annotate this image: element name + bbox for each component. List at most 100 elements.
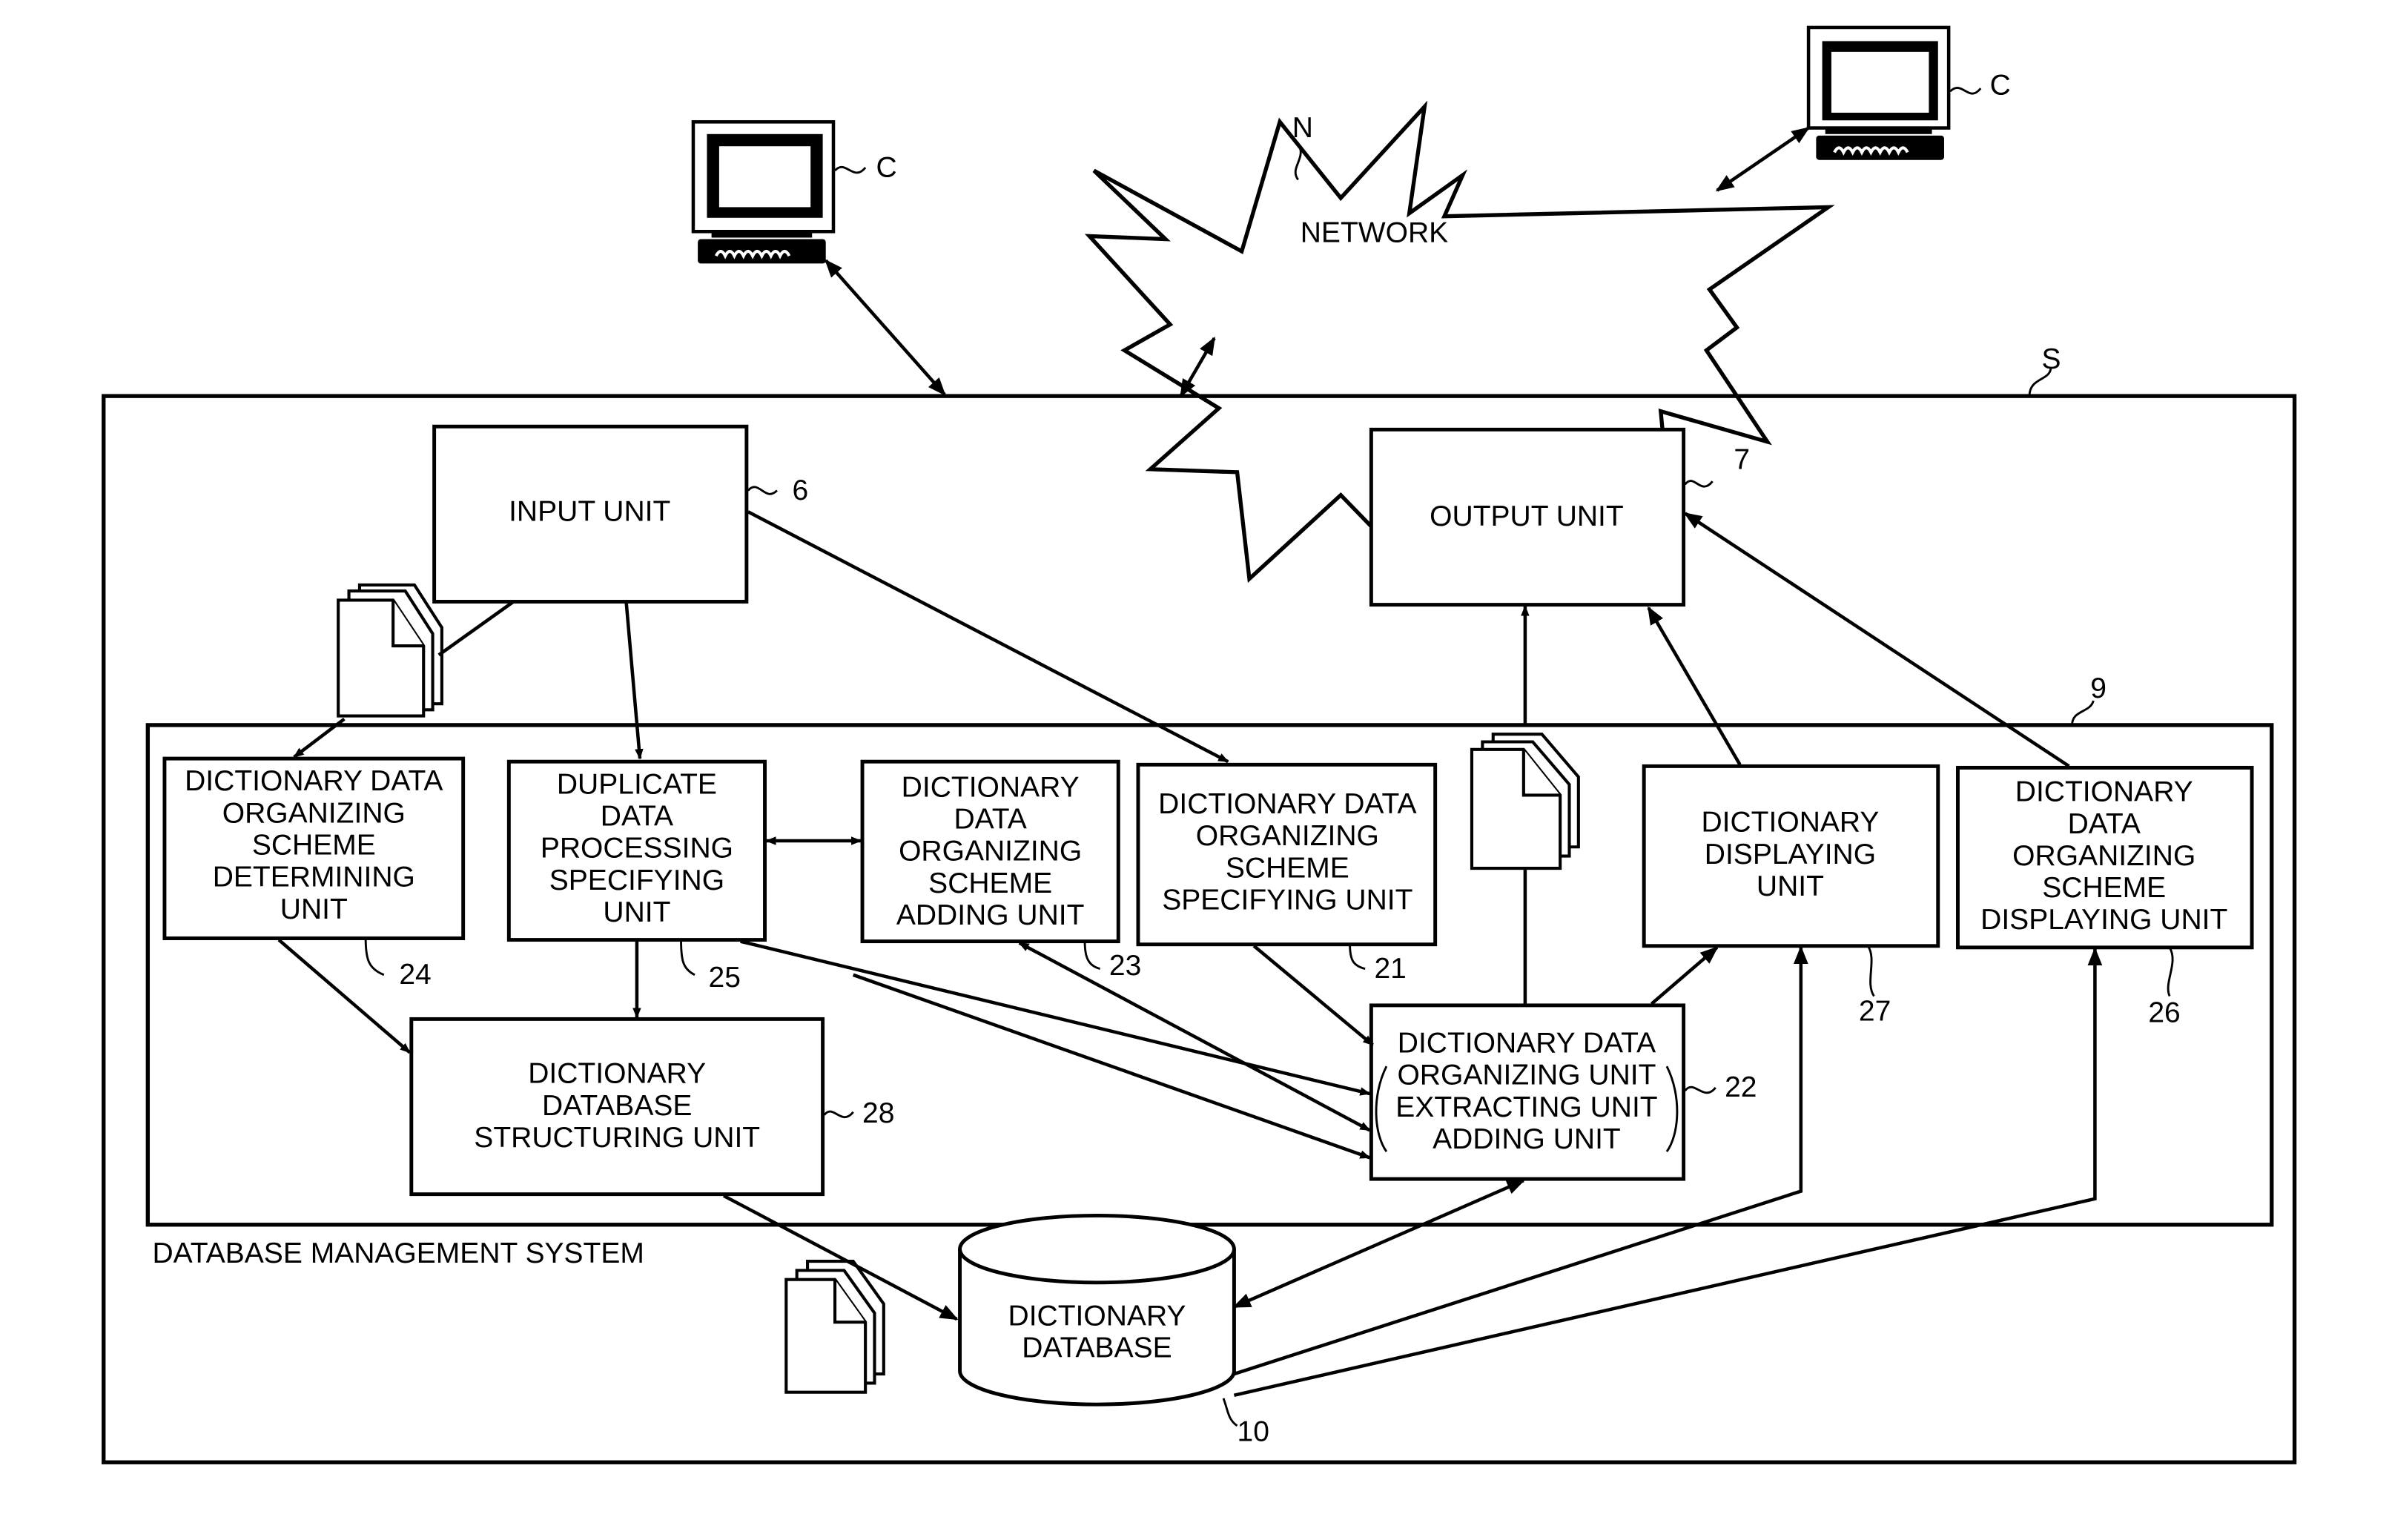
unit-label-line: STRUCTURING UNIT xyxy=(474,1122,760,1154)
client-terminal-left[interactable]: C xyxy=(691,120,897,264)
scheme-specifying-unit-ref: 21 xyxy=(1374,953,1406,985)
connector-scheme-displaying-to-output xyxy=(1683,512,2070,768)
unit-label-line: DICTIONARY DATA xyxy=(1158,788,1416,820)
document-stack-icon xyxy=(337,583,443,718)
ref-leader-22 xyxy=(1684,1085,1716,1094)
ref-leader-23 xyxy=(1083,941,1101,970)
unit-label-line: DISPLAYING UNIT xyxy=(1980,904,2227,936)
connector-terminal-left-to-server xyxy=(825,259,946,396)
organizing-unit[interactable]: DICTIONARY DATA ORGANIZING UNIT EXTRACTI… xyxy=(1369,1003,1686,1181)
scheme-displaying-unit-ref: 26 xyxy=(2148,997,2180,1029)
unit-label-line: DATA xyxy=(954,804,1027,836)
unit-label-line: ADDING UNIT xyxy=(1433,1123,1621,1155)
document-stack-icon xyxy=(784,1259,885,1394)
unit-label-line: DATABASE xyxy=(542,1090,692,1122)
ref-leader-10 xyxy=(1222,1398,1238,1427)
scheme-adding-unit-ref: 23 xyxy=(1109,950,1141,982)
patent-block-diagram: NETWORK N C C S INPUT UNIT 6 OUTPUT UNIT… xyxy=(102,25,2297,1464)
ref-leader-26 xyxy=(2167,947,2174,997)
input-unit-ref: 6 xyxy=(793,475,809,506)
connector-duplicate-processing-to-organizing-lower xyxy=(852,973,1371,1160)
unit-label-line: SCHEME xyxy=(928,868,1052,899)
database-label-line: DATABASE xyxy=(1022,1332,1172,1364)
scheme-determining-unit-ref: 24 xyxy=(399,959,431,991)
unit-label-line: DICTIONARY DATA xyxy=(185,765,443,797)
output-unit[interactable]: OUTPUT UNIT xyxy=(1369,427,1686,607)
dictionary-database[interactable]: DICTIONARY DATABASE xyxy=(958,1213,1236,1407)
connector-network-to-server xyxy=(1179,336,1216,398)
connector-input-to-duplicate-processing xyxy=(624,601,644,760)
ref-leader-27 xyxy=(1866,945,1875,997)
input-ref-leader xyxy=(747,486,778,495)
unit-label-line: DICTIONARY xyxy=(528,1058,706,1090)
unit-label-line: ORGANIZING xyxy=(2012,840,2195,872)
input-unit-label: INPUT UNIT xyxy=(509,496,670,528)
dictionary-displaying-unit-ref: 27 xyxy=(1859,995,1891,1027)
network-ref: N xyxy=(1292,112,1313,144)
dictionary-database-ref: 10 xyxy=(1238,1415,1269,1447)
connector-terminal-right-to-network xyxy=(1715,126,1811,192)
unit-label-line: ORGANIZING UNIT xyxy=(1397,1060,1656,1091)
unit-label-line: UNIT xyxy=(603,896,670,928)
terminal-left-ref: C xyxy=(876,151,897,183)
unit-label-line: ORGANIZING xyxy=(1196,820,1379,852)
unit-label-line: SPECIFYING UNIT xyxy=(1162,884,1412,916)
dictionary-displaying-unit[interactable]: DICTIONARY DISPLAYING UNIT xyxy=(1642,764,1940,948)
ref-leader-25 xyxy=(680,939,695,976)
scheme-displaying-unit[interactable]: DICTIONARY DATA ORGANIZING SCHEME DISPLA… xyxy=(1956,765,2254,950)
unit-label-line: DUPLICATE xyxy=(557,768,717,800)
unit-label-line: DATA xyxy=(601,800,673,832)
input-unit[interactable]: INPUT UNIT xyxy=(432,424,749,604)
dbms-ref: 9 xyxy=(2090,672,2107,704)
output-unit-ref: 7 xyxy=(1734,444,1750,476)
ref-leader-28 xyxy=(823,1110,854,1118)
connector-input-to-document xyxy=(437,600,515,657)
unit-label-line: PROCESSING xyxy=(541,833,733,865)
terminal-right-ref: C xyxy=(1990,69,2011,101)
connector-database-organizing xyxy=(1232,1179,1526,1309)
organizing-unit-ref: 22 xyxy=(1725,1071,1757,1103)
computer-icon xyxy=(691,120,836,264)
unit-label-line: DICTIONARY xyxy=(1701,807,1879,839)
terminal-ref-leader xyxy=(833,165,867,174)
unit-label-line: EXTRACTING UNIT xyxy=(1395,1091,1657,1123)
unit-label-line: DICTIONARY xyxy=(902,771,1080,803)
unit-label-line: UNIT xyxy=(280,893,348,925)
document-stack-icon xyxy=(1470,733,1580,870)
computer-icon xyxy=(1806,25,1951,160)
duplicate-processing-unit-ref: 25 xyxy=(709,962,741,994)
connector-scheme-specifying-to-organizing xyxy=(1252,945,1374,1047)
connector-adding-organizing xyxy=(1018,941,1371,1132)
terminal-ref-leader xyxy=(1949,87,1982,95)
unit-label-line: DICTIONARY DATA xyxy=(1398,1028,1656,1060)
unit-label-line: SPECIFYING xyxy=(549,865,724,896)
server-ref: S xyxy=(2041,343,2061,375)
ref-leader-21 xyxy=(1349,944,1366,970)
connector-organizing-to-dictionary-displaying xyxy=(1650,946,1719,1005)
unit-label-line: UNIT xyxy=(1757,870,1824,902)
output-ref-leader xyxy=(1684,480,1714,488)
unit-label-line: DISPLAYING xyxy=(1705,839,1876,870)
unit-label-line: DATA xyxy=(2068,808,2141,840)
database-label-line: DICTIONARY xyxy=(1008,1300,1186,1332)
ref-leader-24 xyxy=(364,938,385,976)
scheme-specifying-unit[interactable]: DICTIONARY DATA ORGANIZING SCHEME SPECIF… xyxy=(1136,762,1438,947)
connector-scheme-determining-to-structuring xyxy=(277,938,412,1054)
client-terminal-right[interactable]: C xyxy=(1806,25,2011,160)
scheme-adding-unit[interactable]: DICTIONARY DATA ORGANIZING SCHEME ADDING… xyxy=(860,759,1120,944)
connector-dictionary-displaying-to-output xyxy=(1647,606,1742,766)
structuring-unit-ref: 28 xyxy=(862,1097,894,1129)
duplicate-processing-unit[interactable]: DUPLICATE DATA PROCESSING SPECIFYING UNI… xyxy=(506,759,767,942)
unit-label-line: DETERMINING xyxy=(213,862,415,893)
structuring-unit[interactable]: DICTIONARY DATABASE STRUCTURING UNIT xyxy=(409,1017,825,1197)
network-ref-leader xyxy=(1294,142,1302,181)
unit-label-line: SCHEME xyxy=(1226,852,1349,884)
output-unit-label: OUTPUT UNIT xyxy=(1430,500,1624,532)
unit-label-line: ADDING UNIT xyxy=(896,899,1085,931)
scheme-determining-unit[interactable]: DICTIONARY DATA ORGANIZING SCHEME DETERM… xyxy=(162,756,466,940)
unit-label-line: SCHEME xyxy=(2042,872,2166,904)
dbms-ref-leader xyxy=(2071,700,2095,726)
dbms-label: DATABASE MANAGEMENT SYSTEM xyxy=(152,1237,644,1269)
unit-label-line: ORGANIZING xyxy=(899,836,1082,868)
unit-label-line: ORGANIZING xyxy=(222,797,406,829)
